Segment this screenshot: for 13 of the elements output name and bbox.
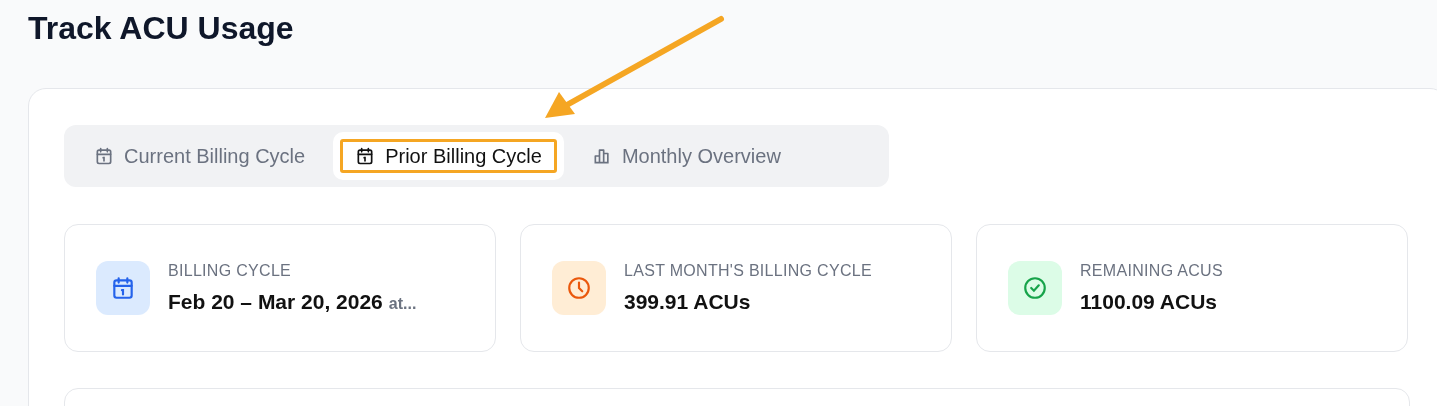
page-title: Track ACU Usage bbox=[28, 9, 295, 48]
stat-label: BILLING CYCLE bbox=[168, 262, 293, 280]
stat-value: 1100.09 ACUs bbox=[1080, 290, 1217, 313]
tab[interactable]: Monthly Overview bbox=[569, 132, 803, 180]
stat-label: LAST MONTH'S BILLING CYCLE bbox=[624, 262, 872, 280]
stat-label: REMAINING ACUS bbox=[1080, 262, 1223, 280]
stat-value: 399.91 ACUs bbox=[624, 290, 751, 313]
calendar-icon bbox=[355, 146, 376, 166]
stat-suffix: at... bbox=[388, 295, 417, 312]
tab[interactable]: Current Billing Cycle bbox=[72, 132, 328, 180]
stat-value: Feb 20 – Mar 20, 2026 bbox=[168, 290, 383, 313]
calendar-icon bbox=[94, 146, 114, 166]
tab[interactable]: Prior Billing Cycle bbox=[333, 132, 564, 180]
